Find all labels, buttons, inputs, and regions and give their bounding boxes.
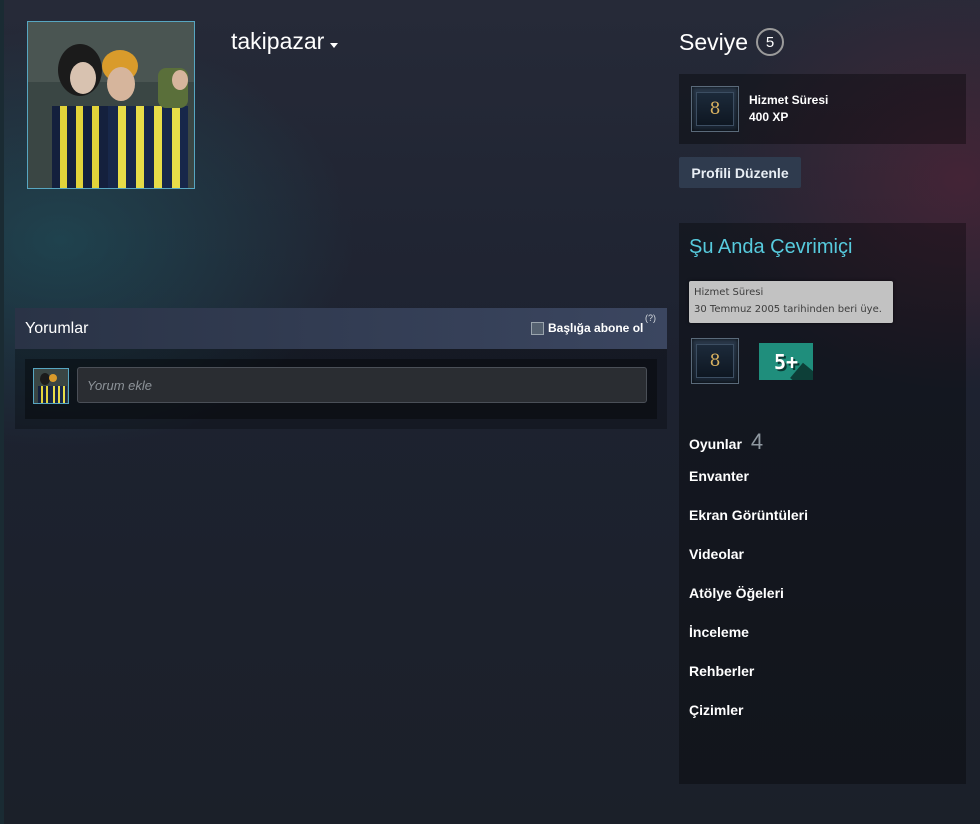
nav-item-games[interactable]: Oyunlar 4 xyxy=(689,429,808,468)
nav-item-videos[interactable]: Videolar xyxy=(689,546,808,585)
subscribe-thread-toggle[interactable]: Başlığa abone ol xyxy=(531,321,643,335)
favorite-badge[interactable]: 8 Hizmet Süresi 400 XP xyxy=(679,74,966,144)
profile-right-panel: Şu Anda Çevrimiçi Hizmet Süresi 30 Temmu… xyxy=(679,223,966,784)
nav-item-label: Videolar xyxy=(689,546,744,562)
online-status: Şu Anda Çevrimiçi xyxy=(689,236,853,258)
comment-input[interactable] xyxy=(77,367,647,403)
nav-item-artwork[interactable]: Çizimler xyxy=(689,702,808,741)
page-left-edge xyxy=(0,0,4,824)
years-of-service-badge-icon[interactable]: 8 xyxy=(691,338,739,384)
years-badge-label: 5+ xyxy=(773,349,799,374)
badge-xp: 400 XP xyxy=(749,110,789,124)
nav-item-screenshots[interactable]: Ekran Görüntüleri xyxy=(689,507,808,546)
nav-item-label: Envanter xyxy=(689,468,749,484)
nav-item-reviews[interactable]: İnceleme xyxy=(689,624,808,663)
nav-item-label: İnceleme xyxy=(689,624,749,640)
nav-item-guides[interactable]: Rehberler xyxy=(689,663,808,702)
badge-icon-glyph: 8 xyxy=(696,92,734,126)
nav-item-inventory[interactable]: Envanter xyxy=(689,468,808,507)
level-badge[interactable]: 5 xyxy=(756,28,785,56)
commenter-avatar xyxy=(33,368,69,404)
nav-item-label: Oyunlar xyxy=(689,436,742,452)
tooltip-title: Hizmet Süresi xyxy=(694,287,764,298)
comments-panel: Yorumlar Başlığa abone ol (?) xyxy=(15,308,667,429)
badge-tooltip: Hizmet Süresi 30 Temmuz 2005 tarihinden … xyxy=(689,281,893,323)
subscribe-checkbox[interactable] xyxy=(531,321,544,335)
avatar-photo xyxy=(28,22,194,188)
subscribe-label: Başlığa abone ol xyxy=(548,321,644,335)
commenter-avatar-photo xyxy=(34,369,68,403)
profile-avatar[interactable] xyxy=(27,21,195,189)
games-count: 4 xyxy=(750,429,764,454)
years-badge-icon[interactable]: 5+ xyxy=(759,343,813,380)
edit-profile-button[interactable]: Profili Düzenle xyxy=(679,157,801,188)
comment-entry-row xyxy=(25,359,657,419)
nav-item-label: Atölye Öğeleri xyxy=(689,585,784,601)
profile-nav: Oyunlar 4 Envanter Ekran Görüntüleri Vid… xyxy=(689,429,808,741)
nav-item-label: Çizimler xyxy=(689,702,744,718)
level-label: Seviye xyxy=(679,28,749,55)
chevron-down-icon xyxy=(330,43,339,48)
help-link[interactable]: (?) xyxy=(645,313,656,323)
comments-title: Yorumlar xyxy=(25,320,89,337)
badge-icon-glyph: 8 xyxy=(696,344,734,378)
username-dropdown[interactable]: takipazar xyxy=(231,28,339,55)
badge-name: Hizmet Süresi xyxy=(749,93,829,107)
comments-header: Yorumlar Başlığa abone ol (?) xyxy=(15,308,667,349)
nav-item-workshop[interactable]: Atölye Öğeleri xyxy=(689,585,808,624)
username: takipazar xyxy=(231,28,325,54)
nav-item-label: Rehberler xyxy=(689,663,755,679)
years-of-service-badge-icon: 8 xyxy=(691,86,739,132)
nav-item-label: Ekran Görüntüleri xyxy=(689,507,809,523)
tooltip-text: 30 Temmuz 2005 tarihinden beri üye. xyxy=(694,304,882,315)
level-row: Seviye 5 xyxy=(679,28,785,56)
